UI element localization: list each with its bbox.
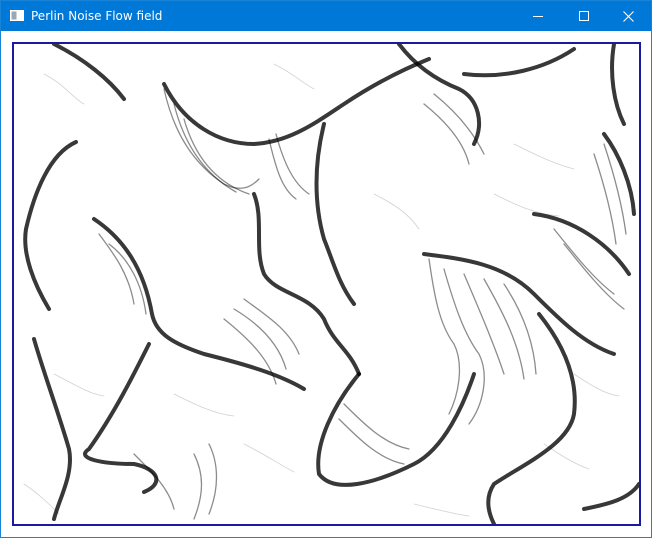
flow-field-canvas[interactable] [12,42,641,526]
client-area [1,31,651,537]
minimize-icon [533,16,543,17]
minimize-button[interactable] [515,1,561,31]
close-button[interactable] [605,1,651,31]
title-bar[interactable]: Perlin Noise Flow field [1,1,651,31]
app-icon [10,10,24,21]
app-window: Perlin Noise Flow field [0,0,652,538]
maximize-icon [579,11,589,21]
window-title: Perlin Noise Flow field [31,9,163,23]
maximize-button[interactable] [561,1,607,31]
flow-ribbon [23,44,639,524]
flow-field-drawing [23,44,639,524]
close-icon [622,10,634,22]
